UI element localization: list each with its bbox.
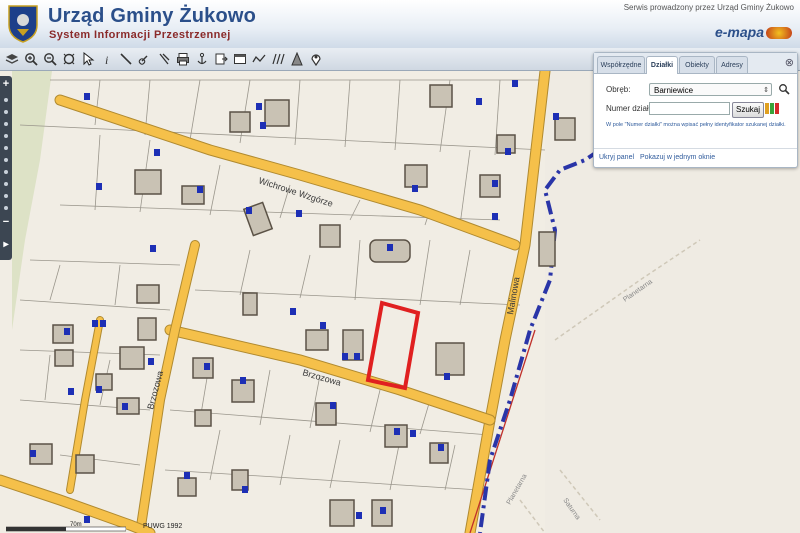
emapa-badge-icon (766, 27, 792, 40)
zoom-in-button[interactable]: + (0, 78, 12, 90)
print-icon[interactable] (174, 50, 192, 68)
zoom-out-button[interactable]: − (0, 216, 12, 228)
svg-text:i: i (105, 53, 108, 66)
polyline-icon[interactable] (250, 50, 268, 68)
tab-obiekty[interactable]: Obiekty (679, 56, 715, 73)
zoom-level-dot[interactable] (4, 182, 8, 186)
zoom-slider[interactable]: + − ▸ (0, 76, 12, 260)
app-subtitle: System Informacji Przestrzennej (49, 29, 231, 41)
numer-dzialki-input[interactable] (649, 102, 730, 115)
zoom-level-dot[interactable] (4, 158, 8, 162)
zoom-level-dot[interactable] (4, 122, 8, 126)
tab-adresy[interactable]: Adresy (716, 56, 748, 73)
expand-sidebar-button[interactable]: ▸ (0, 239, 12, 250)
obreb-select[interactable]: Barniewice ⇕ (649, 83, 772, 96)
anchor-icon[interactable] (193, 50, 211, 68)
coat-of-arms-logo (8, 5, 38, 43)
close-icon[interactable]: ⊗ (785, 56, 794, 69)
window-icon[interactable] (231, 50, 249, 68)
layers-icon[interactable] (3, 50, 21, 68)
app-header: Urząd Gminy Żukowo System Informacji Prz… (0, 0, 800, 48)
zoom-out-icon[interactable] (41, 50, 59, 68)
crs-label: PUWG 1992 (143, 523, 183, 530)
app-title: Urząd Gminy Żukowo (48, 5, 257, 27)
scale-label: 70m (70, 522, 82, 528)
location-pin-icon[interactable] (307, 50, 325, 68)
obreb-value: Barniewice (654, 86, 694, 95)
zoom-level-dot[interactable] (4, 194, 8, 198)
panel-tabs: Współrzędne Działki Obiekty Adresy ⊗ (594, 53, 797, 74)
zoom-level-dot[interactable] (4, 134, 8, 138)
info-icon[interactable]: i (98, 50, 116, 68)
emapa-logo-text: e-mapa (714, 24, 764, 40)
measure-line-icon[interactable] (117, 50, 135, 68)
zoom-in-icon[interactable] (22, 50, 40, 68)
zoom-level-dot[interactable] (4, 110, 8, 114)
zoom-level-dot[interactable] (4, 98, 8, 102)
link-icon[interactable] (136, 50, 154, 68)
search-panel: Współrzędne Działki Obiekty Adresy ⊗ Obr… (593, 52, 798, 168)
color-swatch-icon[interactable] (775, 103, 779, 114)
export-icon[interactable] (212, 50, 230, 68)
search-button[interactable]: Szukaj (732, 102, 764, 118)
search-hint: W pole "Numer działki" można wpisać pełn… (606, 122, 786, 128)
full-extent-icon[interactable] (60, 50, 78, 68)
zoom-level-dot[interactable] (4, 146, 8, 150)
single-window-link[interactable]: Pokazuj w jednym oknie (640, 154, 715, 161)
color-swatch-icon[interactable] (770, 103, 774, 114)
hide-panel-link[interactable]: Ukryj panel (599, 154, 634, 161)
emapa-logo: e-mapa (715, 24, 792, 40)
obreb-label: Obręb: (606, 85, 631, 94)
pan-arrow-icon[interactable] (79, 50, 97, 68)
measure-area-icon[interactable] (155, 50, 173, 68)
tab-wspolrzedne[interactable]: Współrzędne (597, 56, 645, 73)
hatch-icon[interactable] (269, 50, 287, 68)
zoom-level-dot[interactable] (4, 170, 8, 174)
scale-bar: 70m (6, 522, 126, 532)
service-note: Serwis prowadzony przez Urząd Gminy Żuko… (623, 3, 794, 12)
color-swatch-icon[interactable] (765, 103, 769, 114)
search-icon[interactable] (778, 83, 790, 95)
select-arrows-icon: ⇕ (763, 87, 769, 94)
tab-dzialki[interactable]: Działki (646, 56, 678, 74)
panel-footer: Ukryj panel Pokazuj w jednym oknie (594, 148, 797, 167)
perspective-icon[interactable] (288, 50, 306, 68)
zoom-level-dot[interactable] (4, 206, 8, 210)
